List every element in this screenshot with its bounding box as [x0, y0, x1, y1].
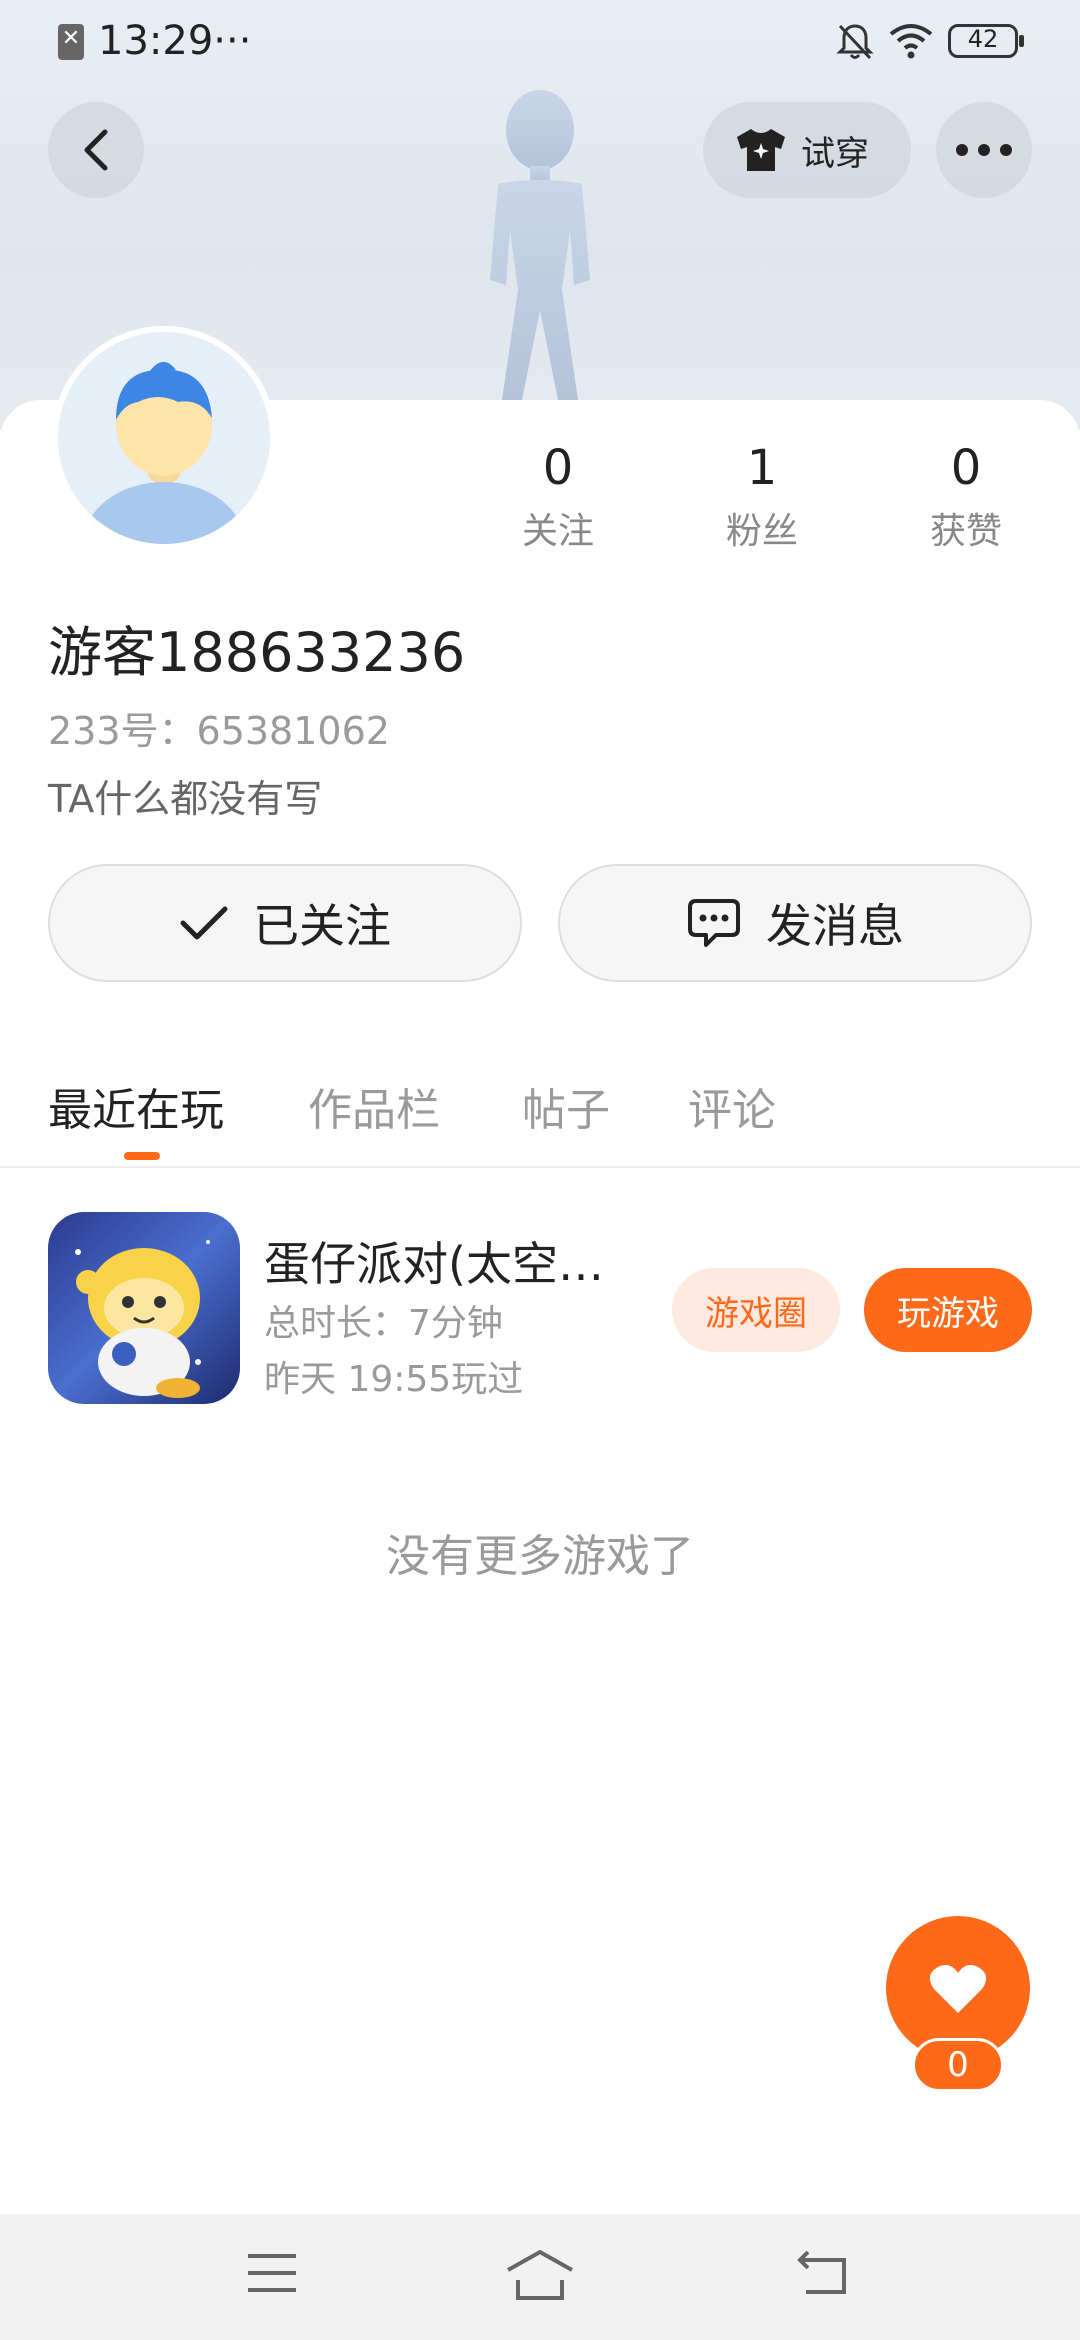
game-circle-button[interactable]: 游戏圈 — [672, 1268, 840, 1352]
game-icon — [48, 1212, 240, 1404]
stat-likes-label: 获赞 — [929, 511, 1002, 552]
home-icon[interactable] — [504, 2248, 576, 2304]
play-game-button[interactable]: 玩游戏 — [864, 1268, 1032, 1352]
stat-fans[interactable]: 1 粉丝 — [692, 440, 832, 554]
sim-icon: ✕ — [58, 24, 84, 60]
stat-likes[interactable]: 0 获赞 — [896, 440, 1036, 554]
wifi-icon — [889, 24, 933, 59]
profile-tabs: 最近在玩 作品栏 帖子 评论 — [0, 1060, 1080, 1168]
tshirt-icon — [737, 129, 785, 171]
status-time: 13:29··· — [98, 18, 251, 64]
try-on-label: 试穿 — [801, 133, 869, 174]
send-message-label: 发消息 — [766, 899, 904, 953]
chat-bubble-icon — [688, 899, 740, 947]
followed-button[interactable]: 已关注 — [48, 864, 522, 982]
no-more-games-text: 没有更多游戏了 — [386, 1531, 694, 1582]
system-nav-bar — [0, 2214, 1080, 2340]
default-avatar-icon — [58, 332, 270, 544]
status-bar: ✕ 13:29··· 42 — [0, 0, 1080, 84]
stat-following-label: 关注 — [521, 511, 594, 552]
game-last-played: 昨天 19:55玩过 — [264, 1359, 524, 1400]
tab-comments[interactable]: 评论 — [688, 1074, 776, 1138]
mute-bell-icon — [836, 24, 874, 60]
chevron-left-icon — [84, 129, 108, 171]
send-message-button[interactable]: 发消息 — [558, 864, 1032, 982]
profile-bio: TA什么都没有写 — [48, 777, 323, 821]
avatar-figure-hologram — [490, 90, 590, 400]
game-list-item[interactable]: 蛋仔派对(太空… 总时长：7分钟 昨天 19:55玩过 游戏圈 玩游戏 — [0, 1210, 1080, 1410]
tab-posts[interactable]: 帖子 — [522, 1074, 610, 1138]
back-nav-icon[interactable] — [796, 2248, 852, 2300]
active-tab-indicator — [124, 1152, 160, 1160]
status-time-text: 13:29 — [98, 18, 214, 64]
try-on-button[interactable]: 试穿 — [703, 102, 911, 198]
back-button[interactable] — [48, 102, 144, 198]
tab-recent-play[interactable]: 最近在玩 — [48, 1074, 224, 1138]
profile-name: 游客188633236 — [48, 621, 466, 684]
status-dots: ··· — [213, 18, 252, 64]
game-duration: 总时长：7分钟 — [264, 1303, 503, 1344]
menu-icon[interactable] — [244, 2248, 300, 2298]
stat-following-value: 0 — [542, 440, 574, 496]
profile-id: 233号：65381062 — [48, 709, 390, 753]
tab-works[interactable]: 作品栏 — [308, 1074, 440, 1138]
battery-icon: 42 — [948, 24, 1024, 58]
more-dots-icon — [956, 144, 1012, 156]
avatar[interactable] — [52, 326, 276, 550]
stat-fans-label: 粉丝 — [725, 511, 798, 552]
like-count: 0 — [912, 2038, 1004, 2092]
heart-icon — [929, 1965, 987, 2013]
stat-fans-value: 1 — [746, 440, 778, 496]
game-title: 蛋仔派对(太空… — [264, 1237, 604, 1291]
more-button[interactable] — [936, 102, 1032, 198]
checkmark-icon — [180, 906, 228, 940]
stat-likes-value: 0 — [950, 440, 982, 496]
followed-label: 已关注 — [253, 899, 391, 953]
stat-following[interactable]: 0 关注 — [488, 440, 628, 554]
battery-level: 42 — [967, 25, 999, 53]
game-character-icon — [48, 1212, 240, 1404]
